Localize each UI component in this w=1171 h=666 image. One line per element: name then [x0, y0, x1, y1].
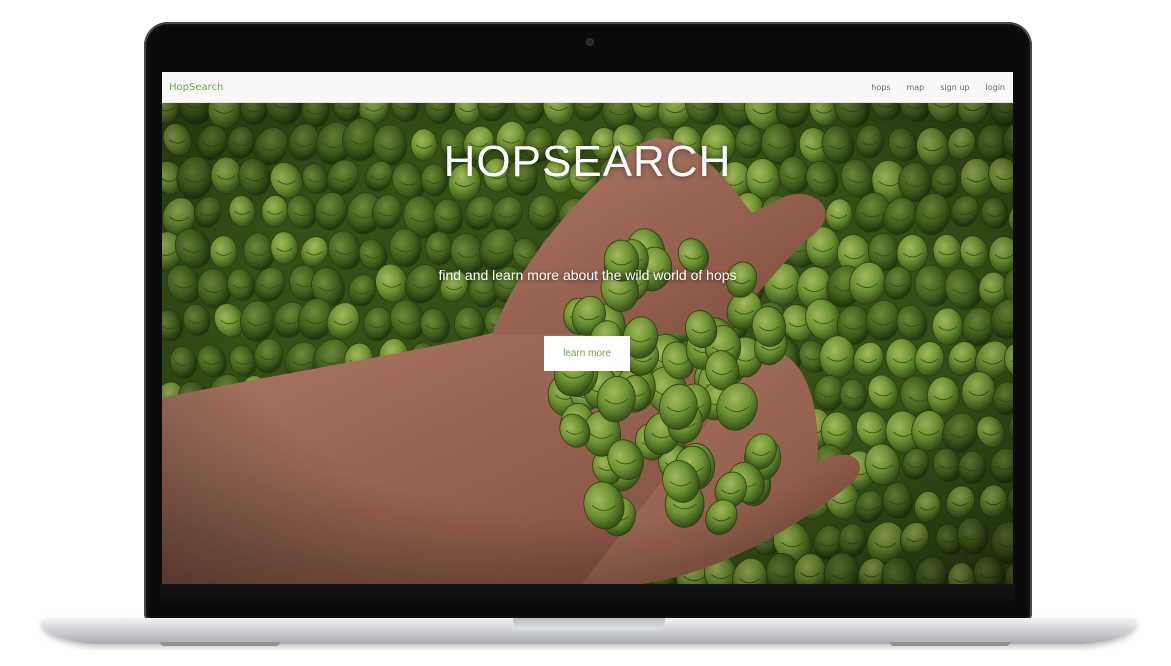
nav-link-hops[interactable]: hops: [871, 83, 890, 92]
laptop-bezel: [160, 584, 1015, 612]
laptop-opening-notch: [513, 618, 665, 630]
nav-link-login[interactable]: login: [986, 83, 1006, 92]
hero-subtitle: find and learn more about the wild world…: [438, 267, 737, 283]
nav-link-sign-up[interactable]: sign up: [940, 83, 969, 92]
webcam-icon: [586, 38, 594, 46]
navbar: HopSearch hops map sign up login: [162, 72, 1013, 103]
nav-link-map[interactable]: map: [906, 83, 924, 92]
learn-more-button[interactable]: learn more: [544, 336, 630, 371]
laptop-foot: [160, 642, 280, 646]
hero-title: HOPSEARCH: [443, 137, 732, 186]
laptop-foot: [890, 642, 1010, 646]
laptop-screen: HopSearch hops map sign up login HOPSEAR…: [162, 72, 1013, 584]
brand-link[interactable]: HopSearch: [169, 82, 223, 93]
hero-section: HOPSEARCH find and learn more about the …: [162, 103, 1013, 584]
nav-links: hops map sign up login: [855, 83, 1005, 92]
